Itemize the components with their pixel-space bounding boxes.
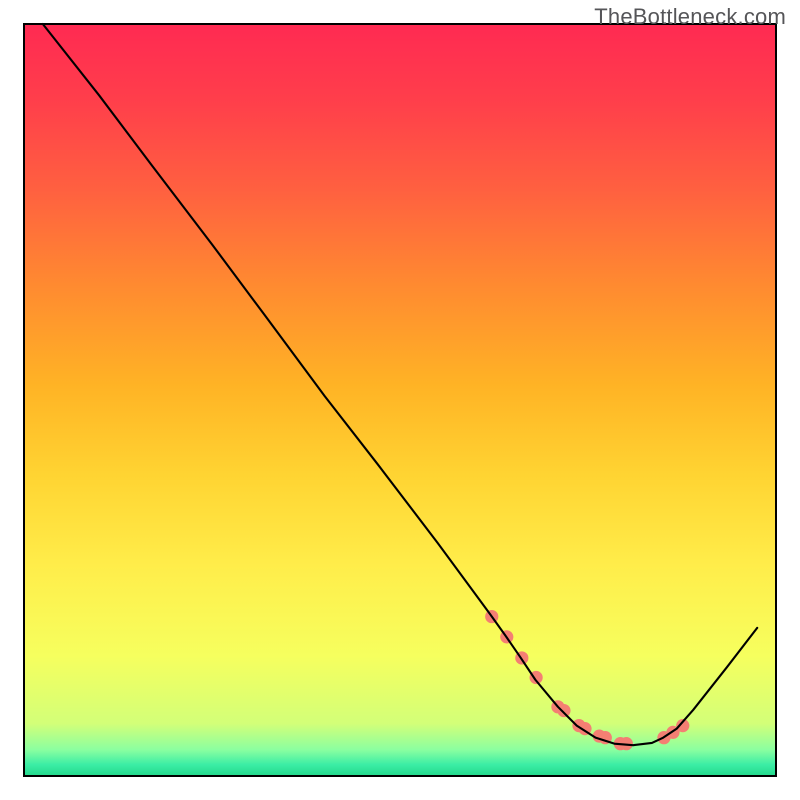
gradient-background — [24, 24, 776, 776]
chart-container: TheBottleneck.com — [0, 0, 800, 800]
marker-dot — [557, 704, 570, 717]
chart-svg — [0, 0, 800, 800]
plot-area — [24, 24, 776, 776]
watermark-text: TheBottleneck.com — [594, 4, 786, 30]
